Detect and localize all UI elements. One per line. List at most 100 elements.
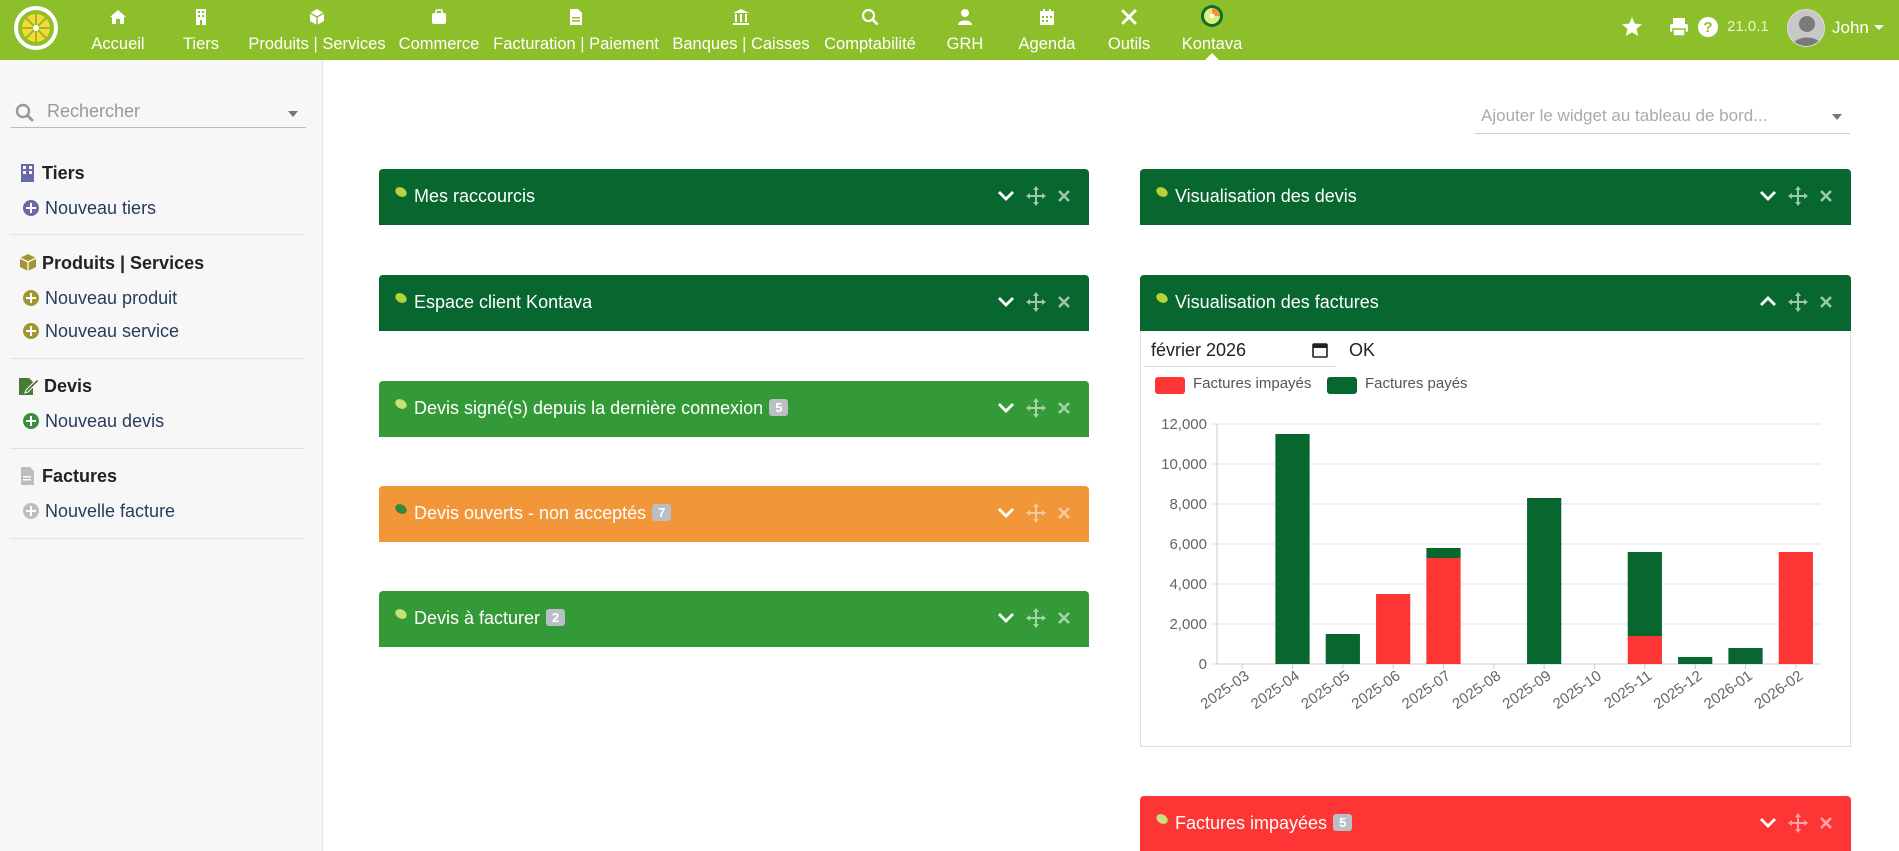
top-navbar: Accueil Tiers Produits | Services Commer… — [0, 0, 1899, 60]
search-icon — [15, 103, 34, 122]
close-icon[interactable] — [1815, 183, 1837, 209]
home-icon — [110, 10, 126, 24]
menu-kontava[interactable]: Kontava — [1180, 0, 1244, 60]
box-title: Devis signé(s) depuis la dernière connex… — [414, 398, 789, 419]
move-icon[interactable] — [1025, 289, 1047, 315]
menu-label: GRH — [946, 35, 984, 53]
move-icon[interactable] — [1025, 395, 1047, 421]
close-icon[interactable] — [1053, 395, 1075, 421]
menu-banques-caisses[interactable]: Banques | Caisses — [672, 0, 810, 60]
app-logo[interactable] — [14, 6, 58, 50]
legend-label: Factures payés — [1365, 375, 1468, 392]
menu-label: Banques | Caisses — [672, 35, 810, 53]
kontava-leaf-icon — [395, 504, 407, 514]
search-placeholder: Rechercher — [47, 101, 141, 121]
move-icon[interactable] — [1787, 183, 1809, 209]
chevron-down-icon[interactable] — [1757, 183, 1779, 209]
chevron-down-icon[interactable] — [995, 605, 1017, 631]
link-label: Nouveau service — [45, 321, 180, 341]
building-icon — [21, 164, 34, 182]
bookmark-star-icon[interactable] — [1621, 16, 1643, 38]
menu-produits-services[interactable]: Produits | Services — [247, 0, 387, 60]
menu-label: Accueil — [91, 35, 145, 53]
menu-facturation-paiement[interactable]: Facturation | Paiement — [492, 0, 660, 60]
y-tick-label: 12,000 — [1161, 416, 1207, 433]
box-title: Visualisation des factures — [1175, 292, 1379, 312]
menu-comptabilite[interactable]: Comptabilité — [822, 0, 918, 60]
count-badge: 5 — [1333, 814, 1353, 831]
chevron-down-icon[interactable] — [995, 500, 1017, 526]
chevron-down-icon[interactable] — [995, 395, 1017, 421]
chevron-down-icon[interactable] — [288, 111, 298, 117]
chart-bar — [1275, 434, 1310, 664]
box-title: Visualisation des devis — [1175, 186, 1357, 206]
menu-agenda[interactable]: Agenda — [1015, 0, 1079, 60]
month-date-input[interactable]: février 2026 — [1143, 333, 1336, 367]
file-invoice-icon — [21, 467, 34, 485]
divider — [10, 538, 305, 539]
close-icon[interactable] — [1815, 289, 1837, 315]
menu-label: Produits | Services — [248, 35, 386, 53]
menu-label: Agenda — [1018, 35, 1076, 53]
calendar-icon[interactable] — [1312, 342, 1328, 358]
chevron-down-icon[interactable] — [995, 289, 1017, 315]
svg-text:?: ? — [1703, 19, 1712, 36]
search-dollar-icon — [861, 8, 879, 26]
version-label: 21.0.1 — [1727, 18, 1769, 35]
chevron-down-icon[interactable] — [1874, 25, 1884, 30]
count-badge: 7 — [652, 504, 672, 521]
ok-button[interactable]: OK — [1343, 333, 1381, 367]
add-widget-select[interactable]: Ajouter le widget au tableau de bord... — [1475, 100, 1850, 134]
move-icon[interactable] — [1025, 500, 1047, 526]
box-visualisation-factures: Visualisation des factures — [1140, 275, 1851, 331]
menu-grh[interactable]: GRH — [945, 0, 985, 60]
menu-outils[interactable]: Outils — [1105, 0, 1153, 60]
plus-circle-icon — [23, 200, 39, 216]
suitcase-icon — [432, 9, 446, 24]
cube-icon — [309, 9, 325, 25]
calendar-icon — [1040, 9, 1054, 25]
avatar[interactable] — [1787, 9, 1825, 47]
x-tick-label: 2025-09 — [1500, 667, 1555, 713]
chart-bar — [1426, 548, 1461, 558]
legend-label: Factures impayés — [1193, 375, 1312, 392]
close-icon[interactable] — [1053, 183, 1075, 209]
box-title: Mes raccourcis — [414, 186, 536, 206]
x-tick-label: 2025-12 — [1651, 667, 1706, 713]
move-icon[interactable] — [1787, 289, 1809, 315]
close-icon[interactable] — [1053, 500, 1075, 526]
x-tick-label: 2026-01 — [1701, 667, 1756, 713]
chart-bar — [1627, 636, 1662, 664]
search-input[interactable]: Rechercher — [11, 98, 306, 128]
chevron-down-icon[interactable] — [1757, 810, 1779, 836]
user-name[interactable]: John — [1832, 18, 1869, 38]
menu-label: Outils — [1107, 35, 1151, 53]
chevron-down-icon[interactable] — [995, 183, 1017, 209]
menu-accueil[interactable]: Accueil — [88, 0, 148, 60]
date-value: février 2026 — [1151, 340, 1247, 360]
menu-label: Tiers — [182, 35, 220, 53]
x-tick-label: 2026-02 — [1751, 667, 1806, 713]
move-icon[interactable] — [1025, 605, 1047, 631]
box-devis-a-facturer: Devis à facturer 2 — [379, 591, 1089, 647]
user-tie-icon — [958, 9, 972, 25]
count-badge: 2 — [546, 609, 566, 626]
close-icon[interactable] — [1053, 605, 1075, 631]
x-tick-label: 2025-08 — [1449, 667, 1504, 713]
help-icon[interactable]: ? — [1697, 16, 1719, 38]
menu-label: Comptabilité — [824, 35, 916, 53]
chart-bar — [1376, 594, 1411, 664]
chevron-up-icon[interactable] — [1757, 289, 1779, 315]
plus-circle-icon — [23, 503, 39, 519]
box-visualisation-devis: Visualisation des devis — [1140, 169, 1851, 225]
x-tick-label: 2025-05 — [1298, 667, 1353, 713]
move-icon[interactable] — [1787, 810, 1809, 836]
print-icon[interactable] — [1668, 16, 1690, 38]
menu-commerce[interactable]: Commerce — [398, 0, 480, 60]
close-icon[interactable] — [1815, 810, 1837, 836]
close-icon[interactable] — [1053, 289, 1075, 315]
x-tick-label: 2025-10 — [1550, 667, 1605, 713]
menu-tiers[interactable]: Tiers — [176, 0, 226, 60]
chart-bar — [1627, 552, 1662, 636]
move-icon[interactable] — [1025, 183, 1047, 209]
